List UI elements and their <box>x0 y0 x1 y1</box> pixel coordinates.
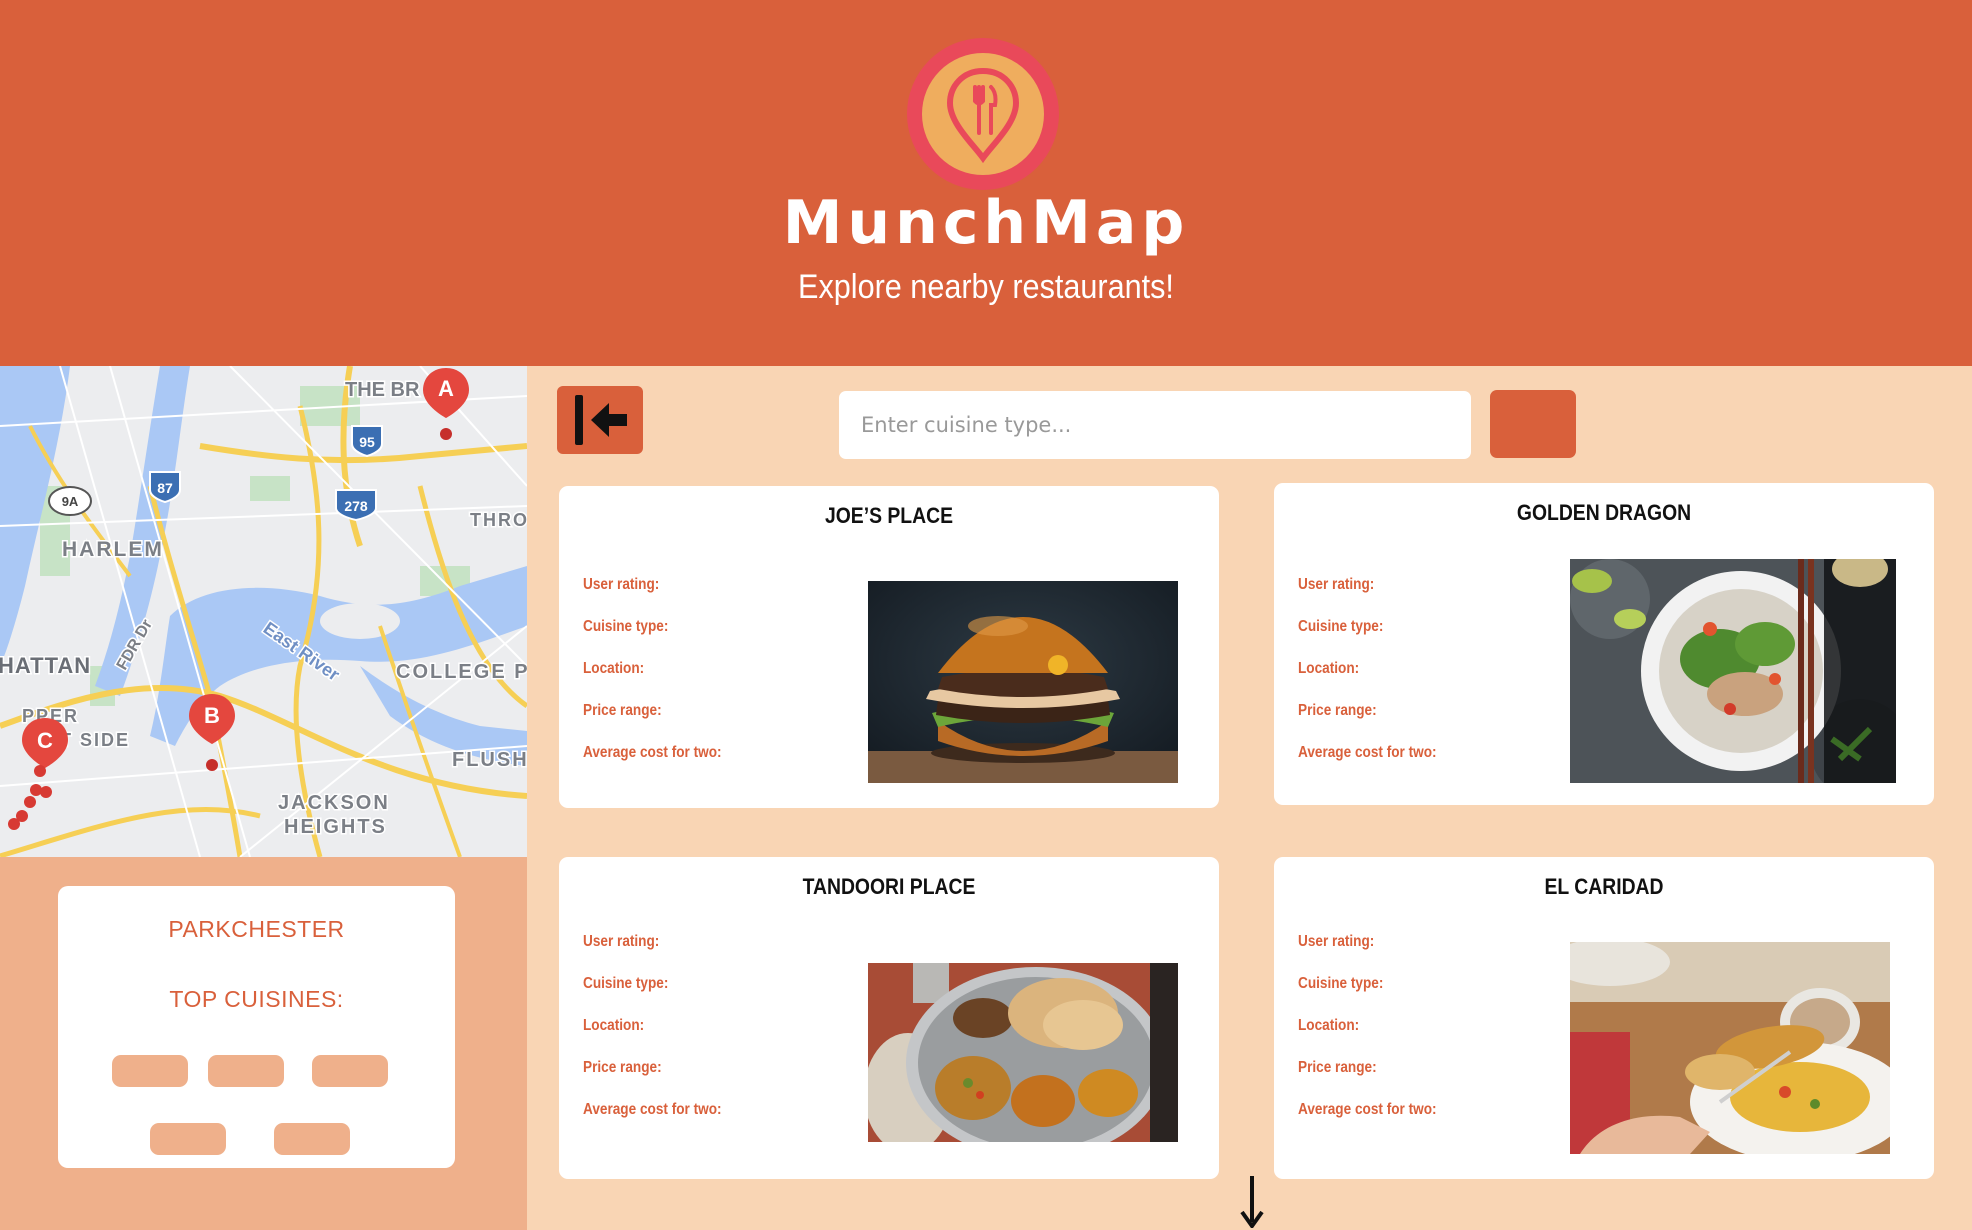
map-label: JACKSON <box>278 792 390 814</box>
cuisine-chip[interactable] <box>208 1055 284 1087</box>
cuisine-chip[interactable] <box>312 1055 388 1087</box>
restaurant-name: EL CARIDAD <box>1544 874 1664 899</box>
restaurant-image <box>868 963 1178 1142</box>
price-range-label: Price range: <box>1298 702 1377 719</box>
app-tagline: Explore nearby restaurants! <box>798 268 1174 306</box>
location-pin-utensils-icon <box>946 67 1020 164</box>
cuisine-type-label: Cuisine type: <box>1298 975 1384 992</box>
map-label: COLLEGE P <box>396 661 527 683</box>
user-rating-label: User rating: <box>1298 576 1375 593</box>
user-rating-label: User rating: <box>583 576 660 593</box>
map-label: 87 <box>157 480 173 496</box>
map-label: FLUSH <box>452 749 527 771</box>
restaurant-image <box>1570 942 1890 1154</box>
location-label: Location: <box>583 660 645 677</box>
price-range-label: Price range: <box>583 1059 662 1076</box>
restaurant-card[interactable]: TANDOORI PLACE User rating: Cuisine type… <box>559 857 1219 1179</box>
price-range-label: Price range: <box>1298 1059 1377 1076</box>
average-cost-label: Average cost for two: <box>1298 1101 1437 1118</box>
map-label: THE BR <box>345 379 420 401</box>
header: MunchMap Explore nearby restaurants! <box>0 0 1972 366</box>
user-rating-label: User rating: <box>583 933 660 950</box>
search-button[interactable] <box>1490 390 1576 458</box>
svg-text:A: A <box>438 376 454 401</box>
sidebar: 95 87 278 9A THE BR HARLEM HATTAN PPER T… <box>0 366 527 1230</box>
price-range-label: Price range: <box>583 702 662 719</box>
map-label: THRO <box>470 510 527 530</box>
restaurant-card[interactable]: JOE’S PLACE User rating: Cuisine type: L… <box>559 486 1219 808</box>
cuisine-chip[interactable] <box>150 1123 226 1155</box>
map-label: HATTAN <box>0 653 91 678</box>
restaurant-card[interactable]: EL CARIDAD User rating: Cuisine type: Lo… <box>1274 857 1934 1179</box>
svg-text:B: B <box>204 703 220 728</box>
user-rating-label: User rating: <box>1298 933 1375 950</box>
main-content: JOE’S PLACE User rating: Cuisine type: L… <box>527 366 1972 1230</box>
location-label: Location: <box>583 1017 645 1034</box>
map-label: T SIDE <box>60 730 130 750</box>
neighborhood-name: PARKCHESTER <box>168 916 345 942</box>
map-label: 278 <box>344 498 368 514</box>
cuisine-chip[interactable] <box>274 1123 350 1155</box>
map-label: 9A <box>62 494 79 509</box>
restaurant-name: JOE’S PLACE <box>824 503 954 528</box>
restaurant-name: TANDOORI PLACE <box>802 874 976 899</box>
location-label: Location: <box>1298 1017 1360 1034</box>
cuisine-type-label: Cuisine type: <box>583 975 669 992</box>
restaurant-name: GOLDEN DRAGON <box>1516 500 1692 525</box>
map-label: 95 <box>359 434 375 450</box>
top-cuisines-label: TOP CUISINES: <box>169 986 344 1012</box>
neighborhood-card: PARKCHESTER TOP CUISINES: <box>58 886 455 1168</box>
collapse-sidebar-button[interactable] <box>557 386 643 454</box>
logo[interactable] <box>907 38 1059 190</box>
cuisine-type-label: Cuisine type: <box>583 618 669 635</box>
restaurant-image <box>868 581 1178 783</box>
map-label: HARLEM <box>62 538 164 561</box>
location-label: Location: <box>1298 660 1360 677</box>
cuisine-chip[interactable] <box>112 1055 188 1087</box>
average-cost-label: Average cost for two: <box>583 1101 722 1118</box>
map[interactable]: 95 87 278 9A THE BR HARLEM HATTAN PPER T… <box>0 366 527 857</box>
restaurant-image <box>1570 559 1896 783</box>
collapse-left-icon <box>575 395 627 445</box>
restaurant-card[interactable]: GOLDEN DRAGON User rating: Cuisine type:… <box>1274 483 1934 805</box>
arrow-down-icon[interactable] <box>1237 1174 1267 1228</box>
map-label: HEIGHTS <box>284 816 387 838</box>
svg-text:C: C <box>37 728 53 753</box>
average-cost-label: Average cost for two: <box>1298 744 1437 761</box>
cuisine-type-label: Cuisine type: <box>1298 618 1384 635</box>
app-title: MunchMap <box>782 188 1190 258</box>
average-cost-label: Average cost for two: <box>583 744 722 761</box>
cuisine-search-input[interactable] <box>839 391 1471 459</box>
